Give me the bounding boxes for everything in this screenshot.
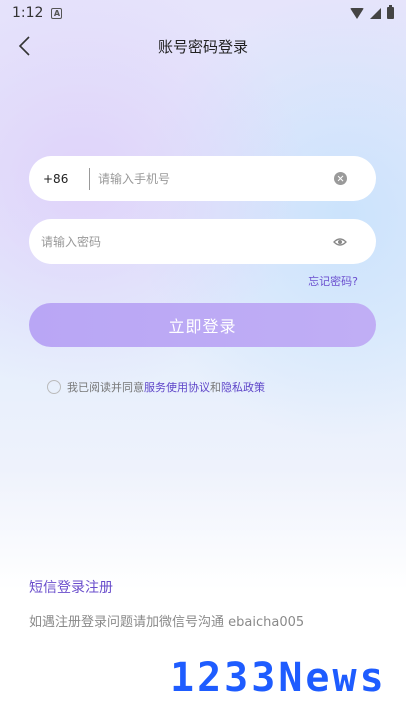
wifi-icon [350,7,364,19]
sms-login-link[interactable]: 短信登录注册 [29,577,113,597]
agreement-prefix: 我已阅读并同意 [67,381,144,394]
agreement-row: 我已阅读并同意 服务使用协议 和 隐私政策 [47,379,265,395]
agreement-radio[interactable] [47,380,61,394]
agreement-and: 和 [210,381,221,394]
battery-icon [387,5,394,19]
divider [89,167,90,190]
password-field [29,219,376,264]
phone-input[interactable] [98,171,334,186]
header: 账号密码登录 [0,26,406,66]
help-text: 如遇注册登录问题请加微信号沟通 ebaicha005 [29,615,305,630]
service-agreement-link[interactable]: 服务使用协议 [144,379,210,395]
privacy-policy-link[interactable]: 隐私政策 [221,379,265,395]
clear-icon[interactable] [334,172,347,185]
country-code-select[interactable]: +86 [43,172,83,186]
watermark-logo: 1233News [170,655,387,701]
status-time: 1:12 [12,5,44,21]
status-bar: 1:12 A [0,0,406,26]
page-title: 账号密码登录 [157,38,248,56]
login-button[interactable]: 立即登录 [29,303,376,347]
eye-icon[interactable] [333,237,347,247]
status-icons [350,5,394,19]
notification-a-icon: A [51,7,63,19]
password-input[interactable] [41,234,333,249]
forgot-password-link[interactable]: 忘记密码? [308,273,358,289]
phone-field: +86 [29,156,376,201]
signal-icon [370,7,381,19]
